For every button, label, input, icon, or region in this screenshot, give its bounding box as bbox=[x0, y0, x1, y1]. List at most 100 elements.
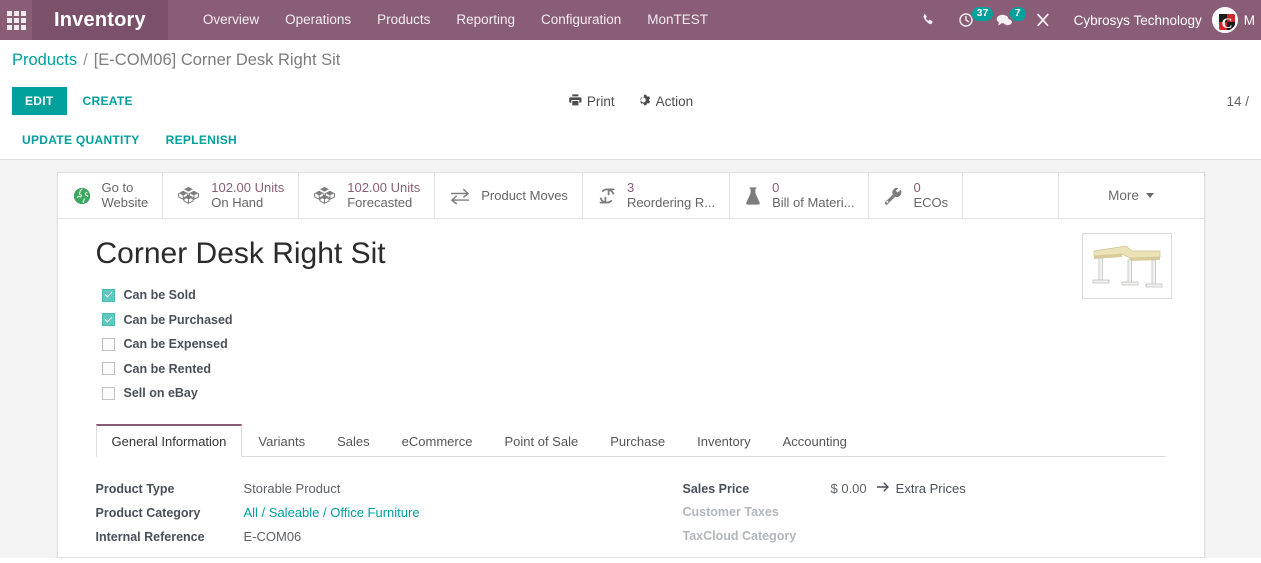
stat-caption-reordering-rules: Reordering R... bbox=[626, 195, 716, 210]
stat-label-go-to-website: Go to Website bbox=[101, 179, 149, 211]
apps-menu-button[interactable] bbox=[0, 0, 32, 40]
menu-item-products[interactable]: Products bbox=[364, 0, 443, 40]
create-button[interactable]: CREATE bbox=[73, 88, 143, 114]
stat-value-ecos: 0 bbox=[913, 179, 921, 195]
stat-value-bill-of-materials: 0 bbox=[772, 179, 780, 195]
menu-item-operations[interactable]: Operations bbox=[272, 0, 364, 40]
main-menu-bar: Overview Operations Products Reporting C… bbox=[168, 0, 721, 40]
checkbox-can-be-sold[interactable] bbox=[101, 288, 115, 302]
printer-icon bbox=[568, 93, 582, 110]
stat-button-forecasted[interactable]: 102.00 Units Forecasted bbox=[299, 173, 436, 218]
stat-line2: Website bbox=[101, 194, 149, 210]
label-can-be-sold[interactable]: Can be Sold bbox=[124, 288, 196, 302]
tab-point-of-sale[interactable]: Point of Sale bbox=[488, 424, 594, 457]
stat-label-reordering-rules: 3 Reordering R... bbox=[626, 179, 716, 211]
product-image[interactable] bbox=[1081, 233, 1172, 299]
stat-line1: Go to bbox=[101, 179, 134, 195]
tab-general-information[interactable]: General Information bbox=[95, 423, 243, 457]
phone-icon[interactable] bbox=[910, 0, 947, 40]
field-value-internal-reference[interactable]: E-COM06 bbox=[244, 529, 302, 544]
label-can-be-purchased[interactable]: Can be Purchased bbox=[124, 313, 233, 327]
stat-button-bill-of-materials[interactable]: 0 Bill of Materi... bbox=[730, 173, 870, 218]
field-label-product-category: Product Category bbox=[95, 505, 201, 520]
flask-icon bbox=[744, 186, 762, 206]
stat-button-go-to-website[interactable]: Go to Website bbox=[58, 173, 164, 218]
stat-value-on-hand: 102.00 Units bbox=[211, 179, 285, 195]
checkbox-row-can-be-expensed[interactable]: Can be Expensed bbox=[101, 332, 1166, 357]
field-label-product-type: Product Type bbox=[95, 481, 175, 496]
control-panel-actions: Print Action bbox=[568, 93, 693, 110]
boxes-icon bbox=[177, 186, 201, 206]
stat-caption-ecos: ECOs bbox=[913, 195, 949, 210]
form-sheet: Go to Website 102.00 Units On Hand 102.0… bbox=[56, 172, 1205, 558]
company-switcher[interactable]: Cybrosys Technology bbox=[1062, 13, 1212, 28]
tab-inventory[interactable]: Inventory bbox=[681, 424, 766, 457]
tab-purchase[interactable]: Purchase bbox=[594, 424, 681, 457]
stat-value-forecasted: 102.00 Units bbox=[347, 179, 421, 195]
field-taxcloud-category: TaxCloud Category bbox=[683, 529, 1166, 553]
checkbox-row-can-be-sold[interactable]: Can be Sold bbox=[101, 283, 1166, 308]
menu-item-reporting[interactable]: Reporting bbox=[443, 0, 528, 40]
label-can-be-rented[interactable]: Can be Rented bbox=[124, 362, 212, 376]
checkbox-can-be-purchased[interactable] bbox=[101, 313, 115, 327]
field-customer-taxes: Customer Taxes bbox=[683, 505, 1166, 529]
field-value-sales-price[interactable]: $ 0.00 bbox=[831, 481, 867, 496]
extra-prices-label: Extra Prices bbox=[895, 480, 966, 496]
stat-caption-on-hand: On Hand bbox=[211, 195, 264, 210]
replenish-button[interactable]: REPLENISH bbox=[158, 128, 245, 152]
field-value-product-type[interactable]: Storable Product bbox=[244, 481, 341, 496]
stat-button-more[interactable]: More bbox=[1057, 173, 1204, 218]
menu-item-montest[interactable]: MonTEST bbox=[634, 0, 721, 40]
product-title: Corner Desk Right Sit bbox=[95, 237, 386, 270]
checkbox-can-be-rented[interactable] bbox=[101, 362, 115, 376]
checkbox-row-can-be-purchased[interactable]: Can be Purchased bbox=[101, 308, 1166, 333]
tab-variants[interactable]: Variants bbox=[242, 424, 321, 457]
checkbox-sell-on-ebay[interactable] bbox=[101, 386, 115, 400]
label-can-be-expensed[interactable]: Can be Expensed bbox=[124, 337, 228, 351]
stat-button-product-moves[interactable]: Product Moves bbox=[435, 173, 583, 218]
stat-button-reordering-rules[interactable]: 3 Reordering R... bbox=[583, 173, 731, 218]
checkbox-row-sell-on-ebay[interactable]: Sell on eBay bbox=[101, 381, 1166, 406]
field-product-type: Product Type Storable Product bbox=[96, 481, 631, 505]
stat-label-ecos: 0 ECOs bbox=[913, 179, 949, 211]
arrow-right-icon bbox=[876, 481, 890, 496]
action-button[interactable]: Action bbox=[637, 93, 693, 110]
checkbox-row-can-be-rented[interactable]: Can be Rented bbox=[101, 357, 1166, 382]
record-pager[interactable]: 14 / bbox=[1226, 94, 1249, 109]
extra-prices-link[interactable]: Extra Prices bbox=[876, 481, 966, 496]
refresh-icon bbox=[597, 186, 617, 206]
stat-value-reordering-rules: 3 bbox=[626, 179, 635, 195]
update-quantity-button[interactable]: UPDATE QUANTITY bbox=[14, 128, 148, 152]
user-avatar: C bbox=[1211, 7, 1238, 33]
notebook-tab-bar: General Information Variants Sales eComm… bbox=[95, 423, 1166, 457]
form-column-left: Product Type Storable Product Product Ca… bbox=[96, 481, 631, 554]
label-sell-on-ebay[interactable]: Sell on eBay bbox=[124, 386, 198, 400]
checkbox-can-be-expensed[interactable] bbox=[101, 337, 115, 351]
menu-item-overview[interactable]: Overview bbox=[190, 0, 272, 40]
user-menu[interactable]: C M bbox=[1211, 7, 1257, 33]
stat-more-label: More bbox=[1108, 188, 1139, 203]
tab-sales[interactable]: Sales bbox=[321, 424, 386, 457]
activity-clock-icon[interactable]: 37 bbox=[947, 0, 995, 40]
globe-icon bbox=[72, 186, 92, 206]
tab-panel-general-information: Product Type Storable Product Product Ca… bbox=[96, 457, 1166, 554]
stat-button-ecos[interactable]: 0 ECOs bbox=[869, 173, 964, 218]
top-navbar: Inventory Overview Operations Products R… bbox=[0, 0, 1261, 40]
field-value-product-category[interactable]: All / Saleable / Office Furniture bbox=[244, 505, 420, 520]
messages-icon[interactable]: 7 bbox=[985, 0, 1027, 40]
navbar-systray: 37 7 Cybrosys Technology C M bbox=[910, 0, 1261, 40]
stat-caption-product-moves: Product Moves bbox=[481, 188, 568, 203]
stat-button-on-hand[interactable]: 102.00 Units On Hand bbox=[163, 173, 300, 218]
tab-accounting[interactable]: Accounting bbox=[767, 424, 863, 457]
stat-label-on-hand: 102.00 Units On Hand bbox=[211, 179, 285, 211]
field-label-customer-taxes: Customer Taxes bbox=[682, 504, 779, 519]
menu-item-configuration[interactable]: Configuration bbox=[528, 0, 634, 40]
developer-tools-icon[interactable] bbox=[1024, 0, 1062, 40]
field-label-sales-price: Sales Price bbox=[682, 481, 750, 496]
breadcrumb-parent[interactable]: Products bbox=[12, 51, 77, 70]
tab-ecommerce[interactable]: eCommerce bbox=[386, 424, 489, 457]
print-button[interactable]: Print bbox=[568, 93, 615, 110]
edit-button[interactable]: EDIT bbox=[12, 87, 67, 115]
app-brand-inventory[interactable]: Inventory bbox=[32, 0, 168, 40]
breadcrumb: Products / [E-COM06] Corner Desk Right S… bbox=[0, 40, 1261, 81]
